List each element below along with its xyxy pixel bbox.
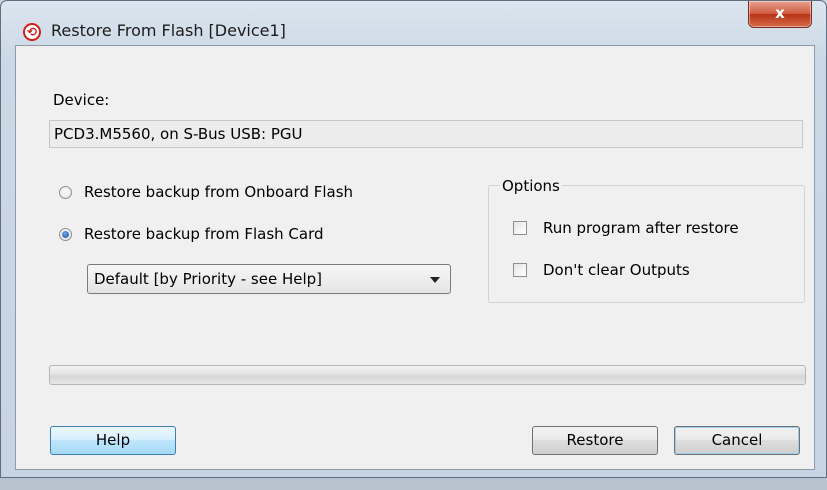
chevron-down-icon[interactable] [430,277,440,283]
restore-button[interactable]: Restore [532,426,658,455]
close-icon: x [775,4,785,22]
radio-flash-card-label: Restore backup from Flash Card [84,225,324,243]
device-field: PCD3.M5560, on S-Bus USB: PGU [49,120,803,148]
window-title: Restore From Flash [Device1] [51,21,286,40]
radio-onboard-flash-button[interactable] [59,185,72,199]
dialog-window: ⟲ Restore From Flash [Device1] x Device:… [0,0,827,478]
help-button-label: Help [95,431,131,449]
help-button[interactable]: Help [50,426,176,455]
flash-card-dropdown[interactable]: Default [by Priority - see Help] [87,264,451,294]
radio-onboard-flash[interactable]: Restore backup from Onboard Flash [59,183,353,201]
radio-onboard-flash-label: Restore backup from Onboard Flash [84,183,354,201]
dialog-client-area: Device: PCD3.M5560, on S-Bus USB: PGU Re… [15,45,815,470]
radio-flash-card-button[interactable] [59,227,72,241]
run-after-restore-checkbox[interactable] [513,221,527,235]
close-button[interactable]: x [748,1,812,28]
options-group-title: Options [500,177,562,195]
dont-clear-outputs-checkbox[interactable] [513,263,527,277]
cancel-button-label: Cancel [711,431,763,449]
options-group [488,185,805,303]
device-label: Device: [53,91,110,109]
run-after-restore-label: Run program after restore [543,219,739,237]
flash-card-dropdown-value: Default [by Priority - see Help] [94,270,323,288]
cancel-button[interactable]: Cancel [674,426,800,455]
restore-button-label: Restore [566,431,624,449]
radio-flash-card[interactable]: Restore backup from Flash Card [59,225,324,243]
restore-app-icon: ⟲ [23,23,41,41]
title-bar[interactable]: ⟲ Restore From Flash [Device1] x [1,1,826,45]
restore-progress-bar [49,365,806,385]
checkbox-run-after-restore[interactable]: Run program after restore [513,219,739,237]
checkbox-dont-clear-outputs[interactable]: Don't clear Outputs [513,261,690,279]
dont-clear-outputs-label: Don't clear Outputs [543,261,690,279]
